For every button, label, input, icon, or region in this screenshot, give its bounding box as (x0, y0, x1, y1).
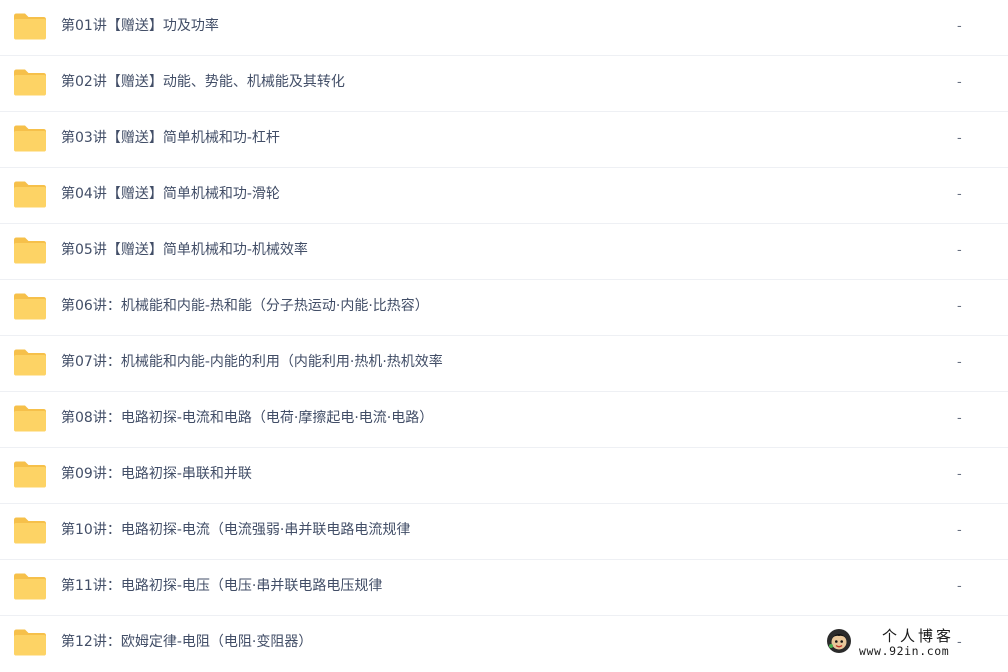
watermark-url: www.92in.com (859, 644, 950, 658)
file-name[interactable]: 第06讲：机械能和内能-热和能（分子热运动·内能·比热容） (61, 280, 429, 333)
folder-icon (13, 293, 47, 320)
file-row[interactable]: 第05讲【赠送】简单机械和功-机械效率 - (0, 224, 1008, 280)
file-size: - (957, 243, 962, 258)
folder-icon (13, 349, 47, 376)
file-size: - (957, 411, 962, 426)
folder-icon (13, 461, 47, 488)
file-size: - (957, 467, 962, 482)
file-name[interactable]: 第08讲：电路初探-电流和电路（电荷·摩擦起电·电流·电路） (61, 392, 433, 445)
folder-icon (13, 13, 47, 40)
file-name[interactable]: 第02讲【赠送】动能、势能、机械能及其转化 (61, 56, 345, 109)
folder-icon (13, 573, 47, 600)
file-name[interactable]: 第05讲【赠送】简单机械和功-机械效率 (61, 224, 308, 277)
file-size: - (957, 355, 962, 370)
file-size: - (957, 579, 962, 594)
file-list: 第01讲【赠送】功及功率 - 第02讲【赠送】动能、势能、机械能及其转化 - 第… (0, 0, 1008, 672)
file-size: - (957, 75, 962, 90)
file-row[interactable]: 第11讲：电路初探-电压（电压·串并联电路电压规律 - (0, 560, 1008, 616)
folder-icon (13, 629, 47, 656)
file-row[interactable]: 第07讲：机械能和内能-内能的利用（内能利用·热机·热机效率 - (0, 336, 1008, 392)
file-row[interactable]: 第09讲：电路初探-串联和并联 - (0, 448, 1008, 504)
file-size: - (957, 187, 962, 202)
file-name[interactable]: 第07讲：机械能和内能-内能的利用（内能利用·热机·热机效率 (61, 336, 443, 389)
file-name[interactable]: 第11讲：电路初探-电压（电压·串并联电路电压规律 (61, 560, 382, 613)
file-name[interactable]: 第03讲【赠送】简单机械和功-杠杆 (61, 112, 280, 165)
file-name[interactable]: 第09讲：电路初探-串联和并联 (61, 448, 252, 501)
file-size: - (957, 523, 962, 538)
file-row[interactable]: 第03讲【赠送】简单机械和功-杠杆 - (0, 112, 1008, 168)
file-row[interactable]: 第04讲【赠送】简单机械和功-滑轮 - (0, 168, 1008, 224)
file-name[interactable]: 第01讲【赠送】功及功率 (61, 0, 219, 53)
file-row[interactable]: 第01讲【赠送】功及功率 - (0, 0, 1008, 56)
file-size: - (957, 299, 962, 314)
blog-watermark: 个人博客 www.92in.com (826, 626, 994, 660)
watermark-title: 个人博客 (882, 627, 955, 645)
avatar-icon (826, 628, 852, 654)
file-name[interactable]: 第10讲：电路初探-电流（电流强弱·串并联电路电流规律 (61, 504, 410, 557)
file-name[interactable]: 第04讲【赠送】简单机械和功-滑轮 (61, 168, 280, 221)
folder-icon (13, 69, 47, 96)
file-row[interactable]: 第02讲【赠送】动能、势能、机械能及其转化 - (0, 56, 1008, 112)
file-size: - (957, 19, 962, 34)
folder-icon (13, 125, 47, 152)
folder-icon (13, 237, 47, 264)
folder-icon (13, 181, 47, 208)
file-name[interactable]: 第12讲：欧姆定律-电阻（电阻·变阻器） (61, 616, 312, 669)
file-row[interactable]: 第06讲：机械能和内能-热和能（分子热运动·内能·比热容） - (0, 280, 1008, 336)
file-row[interactable]: 第10讲：电路初探-电流（电流强弱·串并联电路电流规律 - (0, 504, 1008, 560)
file-size: - (957, 131, 962, 146)
folder-icon (13, 517, 47, 544)
file-row[interactable]: 第08讲：电路初探-电流和电路（电荷·摩擦起电·电流·电路） - (0, 392, 1008, 448)
folder-icon (13, 405, 47, 432)
